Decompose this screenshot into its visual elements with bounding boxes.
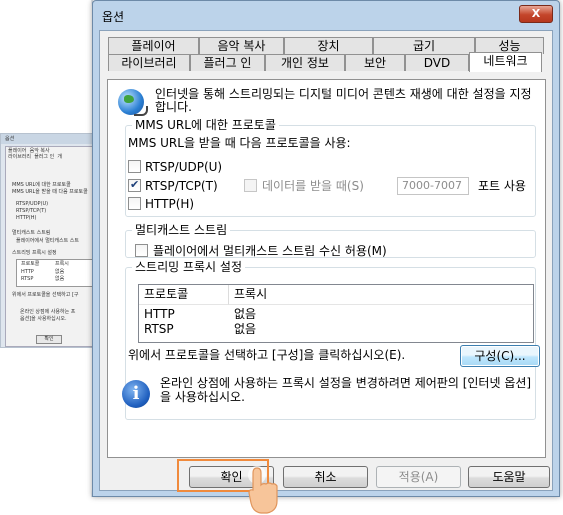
- mms-group-title: MMS URL에 대한 프로토콜: [132, 118, 279, 132]
- tab-rip-music[interactable]: 음악 복사: [199, 37, 284, 54]
- network-cable-icon: [134, 106, 148, 116]
- intro-text: 인터넷을 통해 스트리밍되는 디지털 미디어 콘텐츠 재생에 대한 설정을 지정…: [155, 87, 532, 114]
- apply-button[interactable]: 적용(A): [376, 466, 461, 488]
- column-header-proxy[interactable]: 프록시: [229, 285, 533, 305]
- thumbnail-note-2: 옵션]을 사용하십시오.: [20, 316, 67, 322]
- rtsp-udp-checkbox[interactable]: [128, 160, 141, 173]
- multicast-label[interactable]: 플레이어에서 멀티캐스트 스트림 수신 허용(M): [153, 244, 387, 258]
- tab-library[interactable]: 라이브러리: [108, 54, 190, 71]
- thumbnail-col-proxy: 프록시: [55, 261, 69, 267]
- column-header-protocol[interactable]: 프로토콜: [139, 285, 229, 305]
- thumbnail-row1-protocol: HTTP: [21, 269, 34, 275]
- help-button[interactable]: 도움말: [468, 466, 550, 488]
- thumbnail-body: 플레이어 음악 복사 라이브러리 플러그 인 개 MMS URL에 대한 프로토…: [5, 146, 101, 347]
- multicast-checkbox[interactable]: [135, 244, 148, 257]
- thumbnail-mms-caption: MMS URL에 대한 프로토콜: [12, 182, 71, 188]
- mms-caption: MMS URL을 받을 때 다음 프로토콜을 사용:: [128, 136, 351, 150]
- thumbnail-ok-button: 확인: [36, 335, 62, 344]
- hand-pointer-icon: [248, 466, 278, 514]
- thumbnail-rtsp-tcp: RTSP/TCP(T): [16, 208, 47, 214]
- network-tab-page: 인터넷을 통해 스트리밍되는 디지털 미디어 콘텐츠 재생에 대한 설정을 지정…: [107, 79, 546, 458]
- row-proxy: 없음: [234, 322, 257, 336]
- proxy-group-title: 스트리밍 프록시 설정: [132, 260, 245, 274]
- port-range-input[interactable]: 7000-7007: [397, 177, 469, 195]
- tab-dvd[interactable]: DVD: [405, 54, 469, 71]
- thumbnail-rtsp-udp: RTSP/UDP(U): [16, 201, 49, 207]
- tab-privacy[interactable]: 개인 정보: [265, 54, 345, 71]
- tab-security[interactable]: 보안: [345, 54, 405, 71]
- cancel-button[interactable]: 취소: [283, 466, 368, 488]
- thumbnail-instruction: 위에서 프로토콜을 선택하고 [구: [12, 292, 79, 298]
- thumbnail-multicast: 멀티캐스트 스트림: [12, 230, 51, 236]
- rtsp-udp-label[interactable]: RTSP/UDP(U): [145, 160, 222, 174]
- configure-button[interactable]: 구성(C)...: [460, 345, 540, 367]
- thumbnail-proxy: 스트리밍 프록시 설정: [12, 250, 57, 256]
- tab-plugins[interactable]: 플러그 인: [190, 54, 265, 71]
- tab-player[interactable]: 플레이어: [108, 37, 199, 54]
- online-store-note: 온라인 상점에 사용하는 프록시 설정을 변경하려면 제어판의 [인터넷 옵션]…: [160, 376, 532, 404]
- http-label[interactable]: HTTP(H): [145, 197, 194, 211]
- dialog-title: 옵션: [102, 10, 125, 24]
- thumbnail-tab: 개: [57, 154, 62, 160]
- thumbnail-proxy-table: 프로토콜 프록시 HTTP 없음 RTSP 없음: [16, 259, 98, 287]
- info-icon: i: [122, 380, 150, 408]
- thumbnail-row2-proxy: 없음: [55, 276, 65, 282]
- tab-burn[interactable]: 굽기: [373, 37, 475, 54]
- rtsp-tcp-checkbox[interactable]: [128, 178, 141, 192]
- ports-suffix-label: 포트 사용: [478, 179, 526, 193]
- data-ports-checkbox[interactable]: [244, 179, 257, 192]
- proxy-instruction: 위에서 프로토콜을 선택하고 [구성]을 클릭하십시오(E).: [128, 348, 406, 362]
- thumbnail-http: HTTP(H): [16, 215, 37, 221]
- data-ports-label[interactable]: 데이터를 받을 때(S): [262, 179, 364, 193]
- thumbnail-row2-protocol: RTSP: [21, 276, 34, 282]
- row-proxy: 없음: [234, 307, 257, 321]
- tab-network[interactable]: 네트워크: [469, 52, 542, 72]
- thumbnail-multicast-checkbox: 플레이어에서 멀티캐스트 스트: [16, 238, 79, 244]
- tab-devices[interactable]: 장치: [284, 37, 373, 54]
- close-button[interactable]: X: [519, 5, 553, 23]
- proxy-table[interactable]: 프로토콜 프록시 HTTP 없음 RTSP 없음: [138, 284, 534, 343]
- multicast-group-title: 멀티캐스트 스트림: [132, 223, 231, 237]
- thumbnail-col-protocol: 프로토콜: [21, 261, 40, 267]
- thumbnail-mms-sub: MMS URL을 받을 때 다음 프로토콜: [12, 189, 88, 195]
- thumbnail-tab-row-bottom: 라이브러리 플러그 인 개: [8, 155, 62, 160]
- row-protocol: RTSP: [144, 322, 174, 336]
- http-checkbox[interactable]: [128, 197, 141, 210]
- rtsp-tcp-label[interactable]: RTSP/TCP(T): [145, 179, 218, 193]
- dialog-client: 플레이어 음악 복사 장치 굽기 성능 라이브러리 플러그 인 개인 정보 보안…: [99, 30, 553, 491]
- thumbnail-note: 온라인 상점에 사용하는 프: [20, 309, 76, 315]
- thumbnail-tab: 라이브러리: [8, 154, 32, 160]
- dialog-thumbnail: 옵션 플레이어 음악 복사 라이브러리 플러그 인 개 MMS URL에 대한 …: [0, 133, 102, 348]
- thumbnail-row1-proxy: 없음: [55, 269, 65, 275]
- thumbnail-title: 옵션: [1, 134, 101, 144]
- options-dialog: 옵션 X 플레이어 음악 복사 장치 굽기 성능 라이브러리 플러그 인 개인 …: [92, 0, 560, 497]
- thumbnail-tab: 플러그 인: [34, 154, 55, 160]
- row-protocol: HTTP: [144, 307, 175, 321]
